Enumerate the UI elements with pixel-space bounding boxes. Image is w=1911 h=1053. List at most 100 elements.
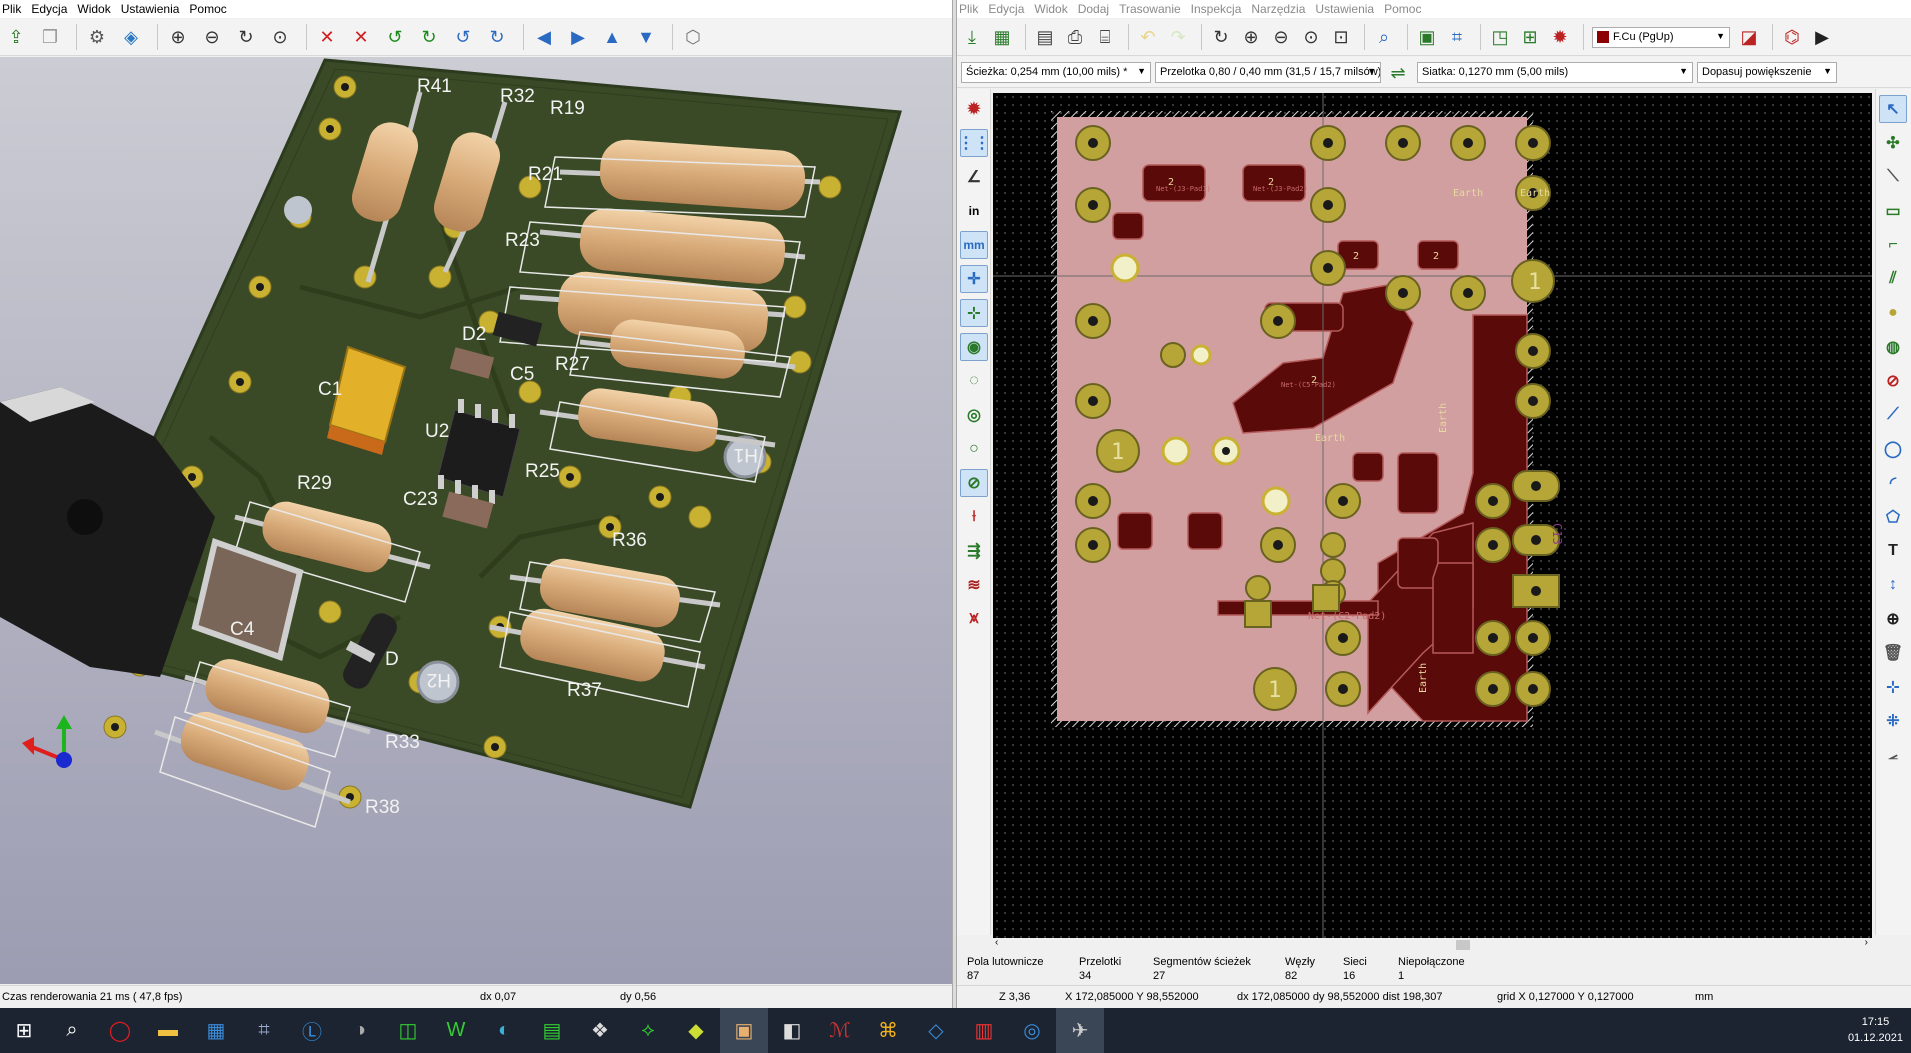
python-console-icon[interactable]: ▶ <box>1809 22 1835 52</box>
cursor-shape-icon[interactable]: ✛ <box>960 265 988 293</box>
menu-inspekcja[interactable]: Inspekcja <box>1191 2 1250 16</box>
rotate-x-ccw-icon[interactable]: ✕ <box>347 22 375 52</box>
kicad-3d-active-icon[interactable]: ✈ <box>1056 1008 1104 1053</box>
clock[interactable]: 17:15 01.12.2021 <box>1848 1014 1903 1046</box>
board-setup-icon[interactable]: ▦ <box>989 22 1015 52</box>
opera-icon[interactable]: ◯ <box>96 1008 144 1053</box>
redraw-icon[interactable]: ↻ <box>1208 22 1234 52</box>
menu-plik[interactable]: Plik <box>959 2 986 16</box>
pcb-canvas[interactable]: Earth Earth Earth Earth Earth Net-(C2-Pa… <box>993 93 1872 938</box>
net-inspector-icon[interactable]: ◳ <box>1487 22 1513 52</box>
drc-icon[interactable]: ✹ <box>1547 22 1573 52</box>
add-keepout-icon[interactable]: ⊘ <box>1879 367 1907 395</box>
rotate-x-cw-icon[interactable]: ✕ <box>313 22 341 52</box>
krita-icon[interactable]: ❖ <box>576 1008 624 1053</box>
layer-pair-icon[interactable]: ◪ <box>1736 22 1762 52</box>
notepad-icon[interactable]: ◧ <box>768 1008 816 1053</box>
move-down-icon[interactable]: ▼ <box>632 22 660 52</box>
units-in-icon[interactable]: in <box>960 197 988 225</box>
blue-app-icon[interactable]: ▥ <box>960 1008 1008 1053</box>
winword-icon[interactable]: W <box>432 1008 480 1053</box>
auto-width-icon[interactable]: ⇌ <box>1385 58 1411 88</box>
move-up-icon[interactable]: ▲ <box>598 22 626 52</box>
menu-pomoc[interactable]: Pomoc <box>189 2 234 16</box>
highlight-net-icon[interactable]: ✣ <box>1879 129 1907 157</box>
measure-icon[interactable]: ⦟ <box>1879 741 1907 769</box>
3d-viewport[interactable]: R41 R32 R19 R21 R23 D2 C5 R27 C1 U2 R25 … <box>0 57 952 984</box>
microwave-icon[interactable]: ⩙ <box>960 605 988 633</box>
add-text-icon[interactable]: T <box>1879 537 1907 565</box>
scripting-icon[interactable]: ⌬ <box>1779 22 1805 52</box>
draw-line-icon[interactable]: ⟋ <box>1879 401 1907 429</box>
spreadsheet-icon[interactable]: ▤ <box>528 1008 576 1053</box>
track-width-select[interactable]: Ścieżka: 0,254 mm (10,00 mils) * ▼ <box>961 62 1151 83</box>
rotate-z-ccw-icon[interactable]: ↻ <box>483 22 511 52</box>
zoom-select[interactable]: Dopasuj powiększenie ▼ <box>1697 62 1837 83</box>
vscode-icon[interactable]: ◇ <box>912 1008 960 1053</box>
horizontal-scrollbar[interactable]: ‹ › <box>993 937 1872 951</box>
delete-icon[interactable]: 🗑 <box>1879 639 1907 667</box>
netlist-icon[interactable]: ▣ <box>1414 22 1440 52</box>
zone-fill-icon[interactable]: ◉ <box>960 333 988 361</box>
add-via-icon[interactable]: ● <box>1879 299 1907 327</box>
libreoffice-icon[interactable]: Ⓛ <box>288 1008 336 1053</box>
pad-sketch-icon[interactable]: ○ <box>960 435 988 463</box>
pdf-icon[interactable]: ⌘ <box>864 1008 912 1053</box>
menu-dodaj[interactable]: Dodaj <box>1078 2 1117 16</box>
via-sketch-icon[interactable]: ⊘ <box>960 469 988 497</box>
file-explorer-icon[interactable]: ▬ <box>144 1008 192 1053</box>
edge-icon[interactable]: ◐ <box>480 1008 528 1053</box>
drc-marker-icon[interactable]: ✹ <box>960 95 988 123</box>
save-icon[interactable]: ⤓ <box>959 22 985 52</box>
redraw-icon[interactable]: ↻ <box>232 22 260 52</box>
units-mm-icon[interactable]: mm <box>960 231 988 259</box>
redo-icon[interactable]: ↷ <box>1165 22 1191 52</box>
move-left-icon[interactable]: ◀ <box>530 22 558 52</box>
copy-image-icon[interactable]: ❐ <box>36 22 64 52</box>
draw-arc-icon[interactable]: ◜ <box>1879 469 1907 497</box>
menu-widok[interactable]: Widok <box>77 2 118 16</box>
app-icon[interactable]: ◑ <box>336 1008 384 1053</box>
menu-ustawienia[interactable]: Ustawienia <box>121 2 188 16</box>
kicad-3d-icon[interactable]: ◎ <box>1008 1008 1056 1053</box>
grid-select[interactable]: Siatka: 0,1270 mm (5,00 mils) ▼ <box>1417 62 1693 83</box>
3d-cube-view-icon[interactable]: ◈ <box>117 22 145 52</box>
layer-select-dropdown[interactable]: F.Cu (PgUp) ▼ <box>1592 26 1730 48</box>
show-ratsnest-icon[interactable]: ⊹ <box>960 299 988 327</box>
route-track-icon[interactable]: ⌐ <box>1879 231 1907 259</box>
via-size-select[interactable]: Przelotka 0,80 / 0,40 mm (31,5 / 15,7 mi… <box>1155 62 1381 83</box>
zoom-fit-icon[interactable]: ⊙ <box>266 22 294 52</box>
track-sketch-icon[interactable]: ⟊ <box>960 503 988 531</box>
draw-polygon-icon[interactable]: ⬠ <box>1879 503 1907 531</box>
windows-start-icon[interactable]: ⊞ <box>0 1008 48 1053</box>
add-dimension-icon[interactable]: ↕ <box>1879 571 1907 599</box>
kicad-pcb-icon[interactable]: ▣ <box>720 1008 768 1053</box>
reload-board-icon[interactable]: ⇪ <box>2 22 30 52</box>
layers-manager-icon[interactable]: ≋ <box>960 571 988 599</box>
settings-gear-icon[interactable]: ⚙ <box>83 22 111 52</box>
route-diff-pair-icon[interactable]: ⫽ <box>1879 265 1907 293</box>
find-icon[interactable]: ⌕ <box>1371 22 1397 52</box>
menu-pomoc[interactable]: Pomoc <box>1384 2 1429 16</box>
zoom-in-icon[interactable]: ⊕ <box>1238 22 1264 52</box>
page-setup-icon[interactable]: ▤ <box>1032 22 1058 52</box>
ortho-view-icon[interactable]: ⬡ <box>679 22 707 52</box>
move-right-icon[interactable]: ▶ <box>564 22 592 52</box>
select-arrow-icon[interactable]: ↖ <box>1879 95 1907 123</box>
menu-edycja[interactable]: Edycja <box>988 2 1032 16</box>
footprint-browser-icon[interactable]: ⊞ <box>1517 22 1543 52</box>
zone-nofill-icon[interactable]: ◎ <box>960 401 988 429</box>
zoom-in-icon[interactable]: ⊕ <box>164 22 192 52</box>
green-app-icon[interactable]: ◫ <box>384 1008 432 1053</box>
rotate-y-cw-icon[interactable]: ↺ <box>381 22 409 52</box>
gerbview-icon[interactable]: ⟡ <box>624 1008 672 1053</box>
search-icon[interactable]: ⌕ <box>48 1008 96 1053</box>
draw-circle-icon[interactable]: ◯ <box>1879 435 1907 463</box>
track-width-icon[interactable]: ⇶ <box>960 537 988 565</box>
rotate-y-ccw-icon[interactable]: ↻ <box>415 22 443 52</box>
zoom-out-icon[interactable]: ⊖ <box>198 22 226 52</box>
plot-icon[interactable]: ⌸ <box>1092 22 1118 52</box>
kicad-schematic-icon[interactable]: ⌗ <box>240 1008 288 1053</box>
calculator-icon[interactable]: ▦ <box>192 1008 240 1053</box>
undo-icon[interactable]: ↶ <box>1135 22 1161 52</box>
